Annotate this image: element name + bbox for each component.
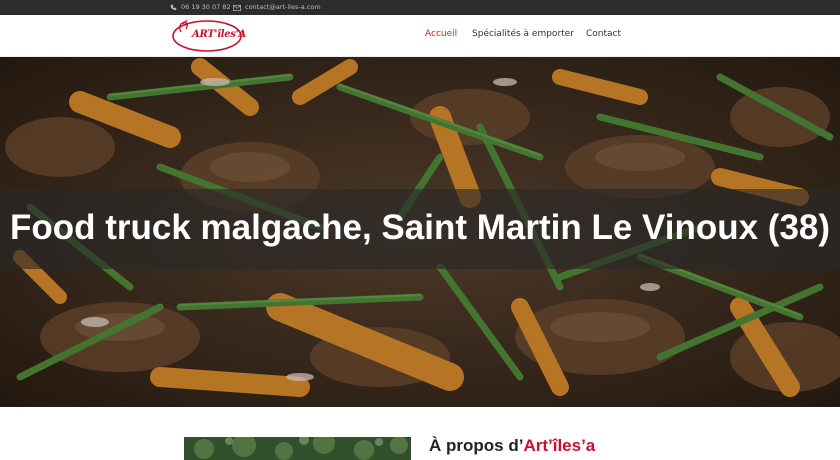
email-address: contact@art-iles-a.com	[245, 3, 321, 11]
about-heading: À propos d’Art’îles’a	[429, 436, 595, 456]
phone-number: 06 19 30 07 82	[181, 3, 231, 11]
about-prefix: À propos d’	[429, 436, 524, 455]
main-nav-links: Accueil Spécialités à emporter Contact	[0, 15, 840, 57]
nav-item-contact[interactable]: Contact	[586, 29, 621, 39]
hero-title: Food truck malgache, Saint Martin Le Vin…	[9, 208, 831, 247]
email-link[interactable]: contact@art-iles-a.com	[233, 0, 321, 15]
nav-item-accueil[interactable]: Accueil	[425, 29, 457, 39]
top-bar: 06 19 30 07 82 contact@art-iles-a.com	[0, 0, 840, 15]
about-photo	[184, 437, 411, 460]
about-brand: Art’îles’a	[523, 436, 596, 455]
hero-banner: Food truck malgache, Saint Martin Le Vin…	[0, 57, 840, 407]
nav-item-specialites[interactable]: Spécialités à emporter	[472, 29, 574, 39]
phone-link[interactable]: 06 19 30 07 82	[170, 0, 231, 15]
phone-icon	[170, 4, 177, 11]
envelope-icon	[233, 4, 241, 11]
